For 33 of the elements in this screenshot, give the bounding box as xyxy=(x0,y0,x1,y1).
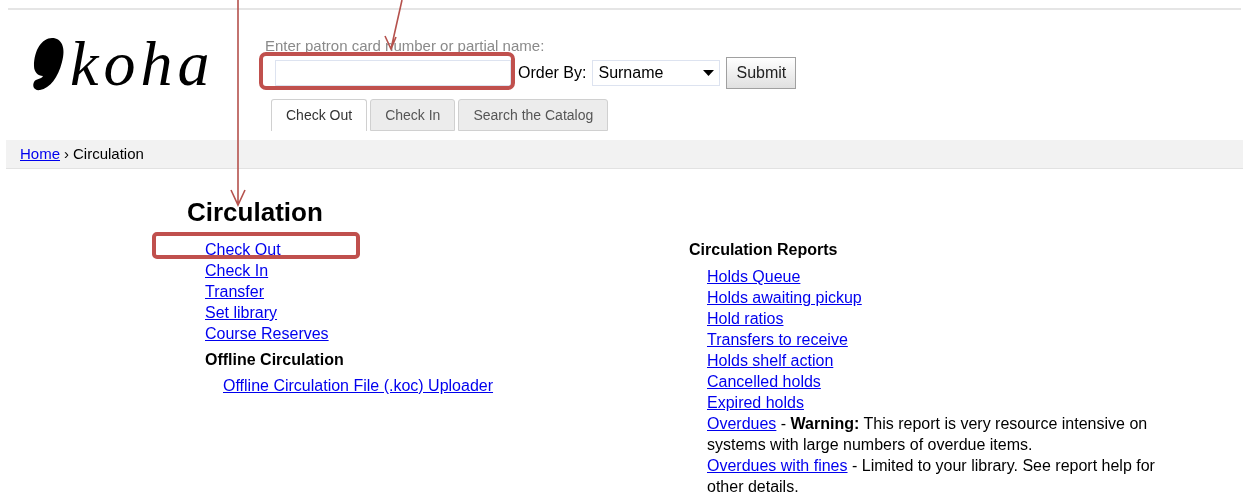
order-by-select[interactable]: Surname xyxy=(592,60,721,86)
uploader-link[interactable]: Offline Circulation File (.koc) Uploader xyxy=(223,375,494,396)
patron-search-field[interactable] xyxy=(275,60,511,86)
circulation-link[interactable]: Check Out xyxy=(205,239,281,260)
logo-text: koha xyxy=(70,32,215,96)
section-heading: Offline Circulation xyxy=(205,350,344,370)
report-link[interactable]: Expired holds xyxy=(707,392,804,413)
section-heading: Circulation Reports xyxy=(689,240,839,260)
submit-button[interactable]: Submit xyxy=(726,57,797,89)
circulation-link[interactable]: Set library xyxy=(205,302,278,323)
report-description: Overdues - Warning: This report is very resource intensive on systems with large numbers of overdue items. xyxy=(707,414,1149,455)
nav-tab[interactable]: Search the Catalog xyxy=(458,99,609,131)
report-description: Overdues with fines - Limited to your library. See report help for other details. xyxy=(707,456,1156,497)
order-by-label: Order By: xyxy=(518,63,587,83)
circulation-link[interactable]: Check In xyxy=(205,260,269,281)
circulation-link[interactable]: Transfer xyxy=(205,281,264,302)
nav-tab[interactable]: Check Out xyxy=(271,99,368,131)
nav-tab[interactable]: Check In xyxy=(370,99,456,131)
home-link[interactable]: Home xyxy=(20,142,60,166)
caret-icon xyxy=(703,70,715,76)
report-link[interactable]: Holds Queue xyxy=(707,266,801,287)
report-link[interactable]: Overdues with fines xyxy=(707,457,848,474)
page-heading: Circulation xyxy=(187,196,324,228)
report-link[interactable]: Holds awaiting pickup xyxy=(707,287,862,308)
report-link[interactable]: Cancelled holds xyxy=(707,371,821,392)
report-link[interactable]: Transfers to receive xyxy=(707,329,848,350)
circulation-link[interactable]: Course Reserves xyxy=(205,323,329,344)
report-link[interactable]: Holds shelf action xyxy=(707,350,834,371)
breadcrumb-current: Circulation xyxy=(73,143,144,164)
report-link[interactable]: Hold ratios xyxy=(707,308,784,329)
breadcrumb-separator: › xyxy=(64,143,69,164)
logo-mark-icon xyxy=(32,36,66,92)
report-link[interactable]: Overdues xyxy=(707,415,777,432)
